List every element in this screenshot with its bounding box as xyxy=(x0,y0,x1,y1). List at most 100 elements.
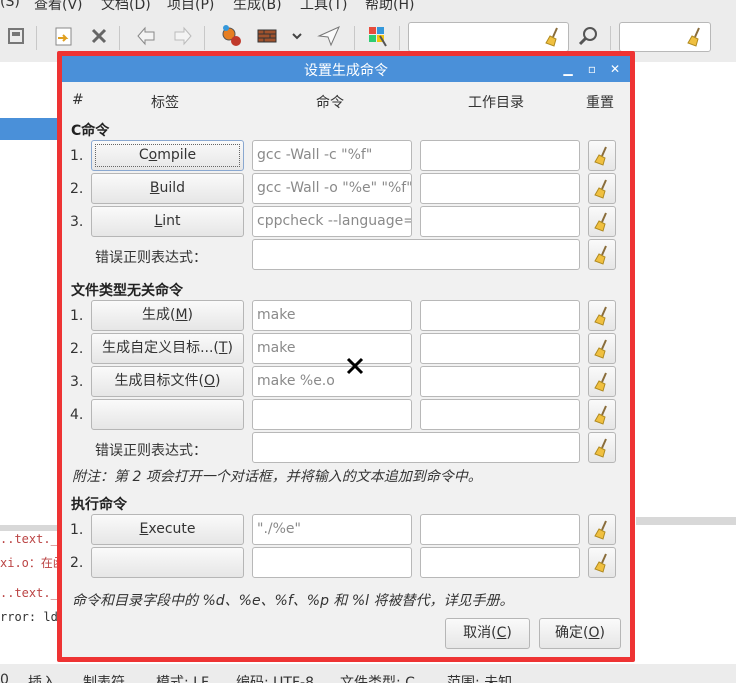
reset-button[interactable] xyxy=(588,333,616,364)
section-title-execute: 执行命令 xyxy=(71,497,127,513)
footer-note: 命令和目录字段中的 %d、%e、%f、%p 和 %l 将被替代，详见手册。 xyxy=(72,593,514,609)
sidebar-selected-item[interactable] xyxy=(0,118,60,140)
command-field[interactable]: make %e.o xyxy=(252,366,412,397)
minimize-icon[interactable]: ▁ xyxy=(559,60,577,78)
dialog-titlebar[interactable]: 设置生成命令 ▁ ▫ ✕ xyxy=(62,56,630,82)
open-file-icon[interactable] xyxy=(50,22,78,50)
button-label: 生成(M) xyxy=(141,307,194,323)
statusbar: 0 插入 制表符 模式: LF 编码: UTF-8 文件类型: C 范围: 未知 xyxy=(0,664,736,683)
menu-help[interactable]: 帮助(H) xyxy=(365,0,414,14)
broom-icon xyxy=(594,339,607,359)
maximize-icon[interactable]: ▫ xyxy=(583,60,601,78)
toolbar-separator xyxy=(204,26,205,50)
error-regex-label: 错误正则表达式： xyxy=(95,443,207,459)
button-label: Execute xyxy=(139,521,196,537)
label-button-build[interactable]: Build xyxy=(91,173,244,204)
broom-icon xyxy=(594,372,607,392)
broom-icon[interactable] xyxy=(686,27,704,51)
label-button-execute[interactable]: Execute xyxy=(91,514,244,545)
broom-icon xyxy=(594,553,607,573)
menu-document[interactable]: 文档(D) xyxy=(101,0,151,14)
menu-view[interactable]: 查看(V) xyxy=(34,0,83,14)
row-number: 1. xyxy=(70,148,84,164)
row-number: 1. xyxy=(70,308,84,324)
button-label: 生成目标文件(O) xyxy=(114,373,221,389)
command-field[interactable] xyxy=(252,399,412,430)
button-label: 取消(C) xyxy=(463,625,512,641)
menu-tools[interactable]: 工具(T) xyxy=(300,0,347,14)
broom-icon xyxy=(594,405,607,425)
color-icon[interactable] xyxy=(364,22,392,50)
row-number: 2. xyxy=(70,181,84,197)
reset-button[interactable] xyxy=(588,239,616,270)
run-icon[interactable] xyxy=(315,22,343,50)
goto-line-input[interactable] xyxy=(619,22,711,52)
forward-icon[interactable] xyxy=(168,22,196,50)
revert-icon[interactable] xyxy=(2,22,30,50)
ok-button[interactable]: 确定(O) xyxy=(539,618,621,649)
status-scope: 范围: 未知 xyxy=(447,675,513,683)
reset-button[interactable] xyxy=(588,173,616,204)
reset-button[interactable] xyxy=(588,300,616,331)
label-button-make[interactable]: 生成(M) xyxy=(91,300,244,331)
reset-button[interactable] xyxy=(588,140,616,171)
reset-button[interactable] xyxy=(588,366,616,397)
broom-icon xyxy=(594,179,607,199)
workdir-field[interactable] xyxy=(420,300,580,331)
error-regex-field[interactable] xyxy=(252,239,580,270)
reset-button[interactable] xyxy=(588,206,616,237)
command-field[interactable] xyxy=(252,547,412,578)
build-icon[interactable] xyxy=(253,22,281,50)
label-button-make-custom[interactable]: 生成自定义目标...(T) xyxy=(91,333,244,364)
back-icon[interactable] xyxy=(133,22,161,50)
header-num: # xyxy=(72,92,84,108)
pane-divider[interactable] xyxy=(636,517,736,525)
error-regex-field[interactable] xyxy=(252,432,580,463)
command-field[interactable]: gcc -Wall -c "%f" xyxy=(252,140,412,171)
workdir-field[interactable] xyxy=(420,366,580,397)
command-field[interactable]: make xyxy=(252,300,412,331)
cursor-icon xyxy=(346,357,364,375)
search-icon[interactable] xyxy=(575,22,603,50)
menu-project[interactable]: 项目(P) xyxy=(167,0,214,14)
workdir-field[interactable] xyxy=(420,173,580,204)
note-text: 附注：第 2 项会打开一个对话框，并将输入的文本追加到命令中。 xyxy=(72,469,482,485)
toolbar-separator xyxy=(399,26,400,50)
workdir-field[interactable] xyxy=(420,206,580,237)
workdir-field[interactable] xyxy=(420,333,580,364)
label-button-empty[interactable] xyxy=(91,399,244,430)
broom-icon[interactable] xyxy=(544,27,562,51)
reset-button[interactable] xyxy=(588,514,616,545)
row-number: 3. xyxy=(70,214,84,230)
broom-icon xyxy=(594,306,607,326)
row-number: 2. xyxy=(70,341,84,357)
workdir-field[interactable] xyxy=(420,547,580,578)
command-field[interactable]: "./%e" xyxy=(252,514,412,545)
search-input[interactable] xyxy=(408,22,569,52)
close-icon[interactable]: ✕ xyxy=(606,60,624,78)
close-icon[interactable] xyxy=(85,22,113,50)
workdir-field[interactable] xyxy=(420,399,580,430)
compile-icon[interactable] xyxy=(218,22,246,50)
reset-button[interactable] xyxy=(588,432,616,463)
label-button-empty[interactable] xyxy=(91,547,244,578)
command-field[interactable]: gcc -Wall -o "%e" "%f" xyxy=(252,173,412,204)
cancel-button[interactable]: 取消(C) xyxy=(445,618,530,649)
menu-item[interactable]: (S) xyxy=(0,0,20,10)
menu-build[interactable]: 生成(B) xyxy=(233,0,282,14)
reset-button[interactable] xyxy=(588,399,616,430)
label-button-compile[interactable]: Compile xyxy=(91,140,244,171)
workdir-field[interactable] xyxy=(420,514,580,545)
message-line: xi.o：在函 xyxy=(0,556,65,570)
label-button-lint[interactable]: Lint xyxy=(91,206,244,237)
command-field[interactable]: cppcheck --language= xyxy=(252,206,412,237)
label-button-make-object[interactable]: 生成目标文件(O) xyxy=(91,366,244,397)
command-field[interactable]: make xyxy=(252,333,412,364)
button-label: Lint xyxy=(154,213,181,229)
dropdown-icon[interactable] xyxy=(283,22,311,50)
workdir-field[interactable] xyxy=(420,140,580,171)
reset-button[interactable] xyxy=(588,547,616,578)
header-workdir: 工作目录 xyxy=(468,95,524,111)
toolbar-separator xyxy=(354,26,355,50)
section-title-independent: 文件类型无关命令 xyxy=(71,283,183,299)
